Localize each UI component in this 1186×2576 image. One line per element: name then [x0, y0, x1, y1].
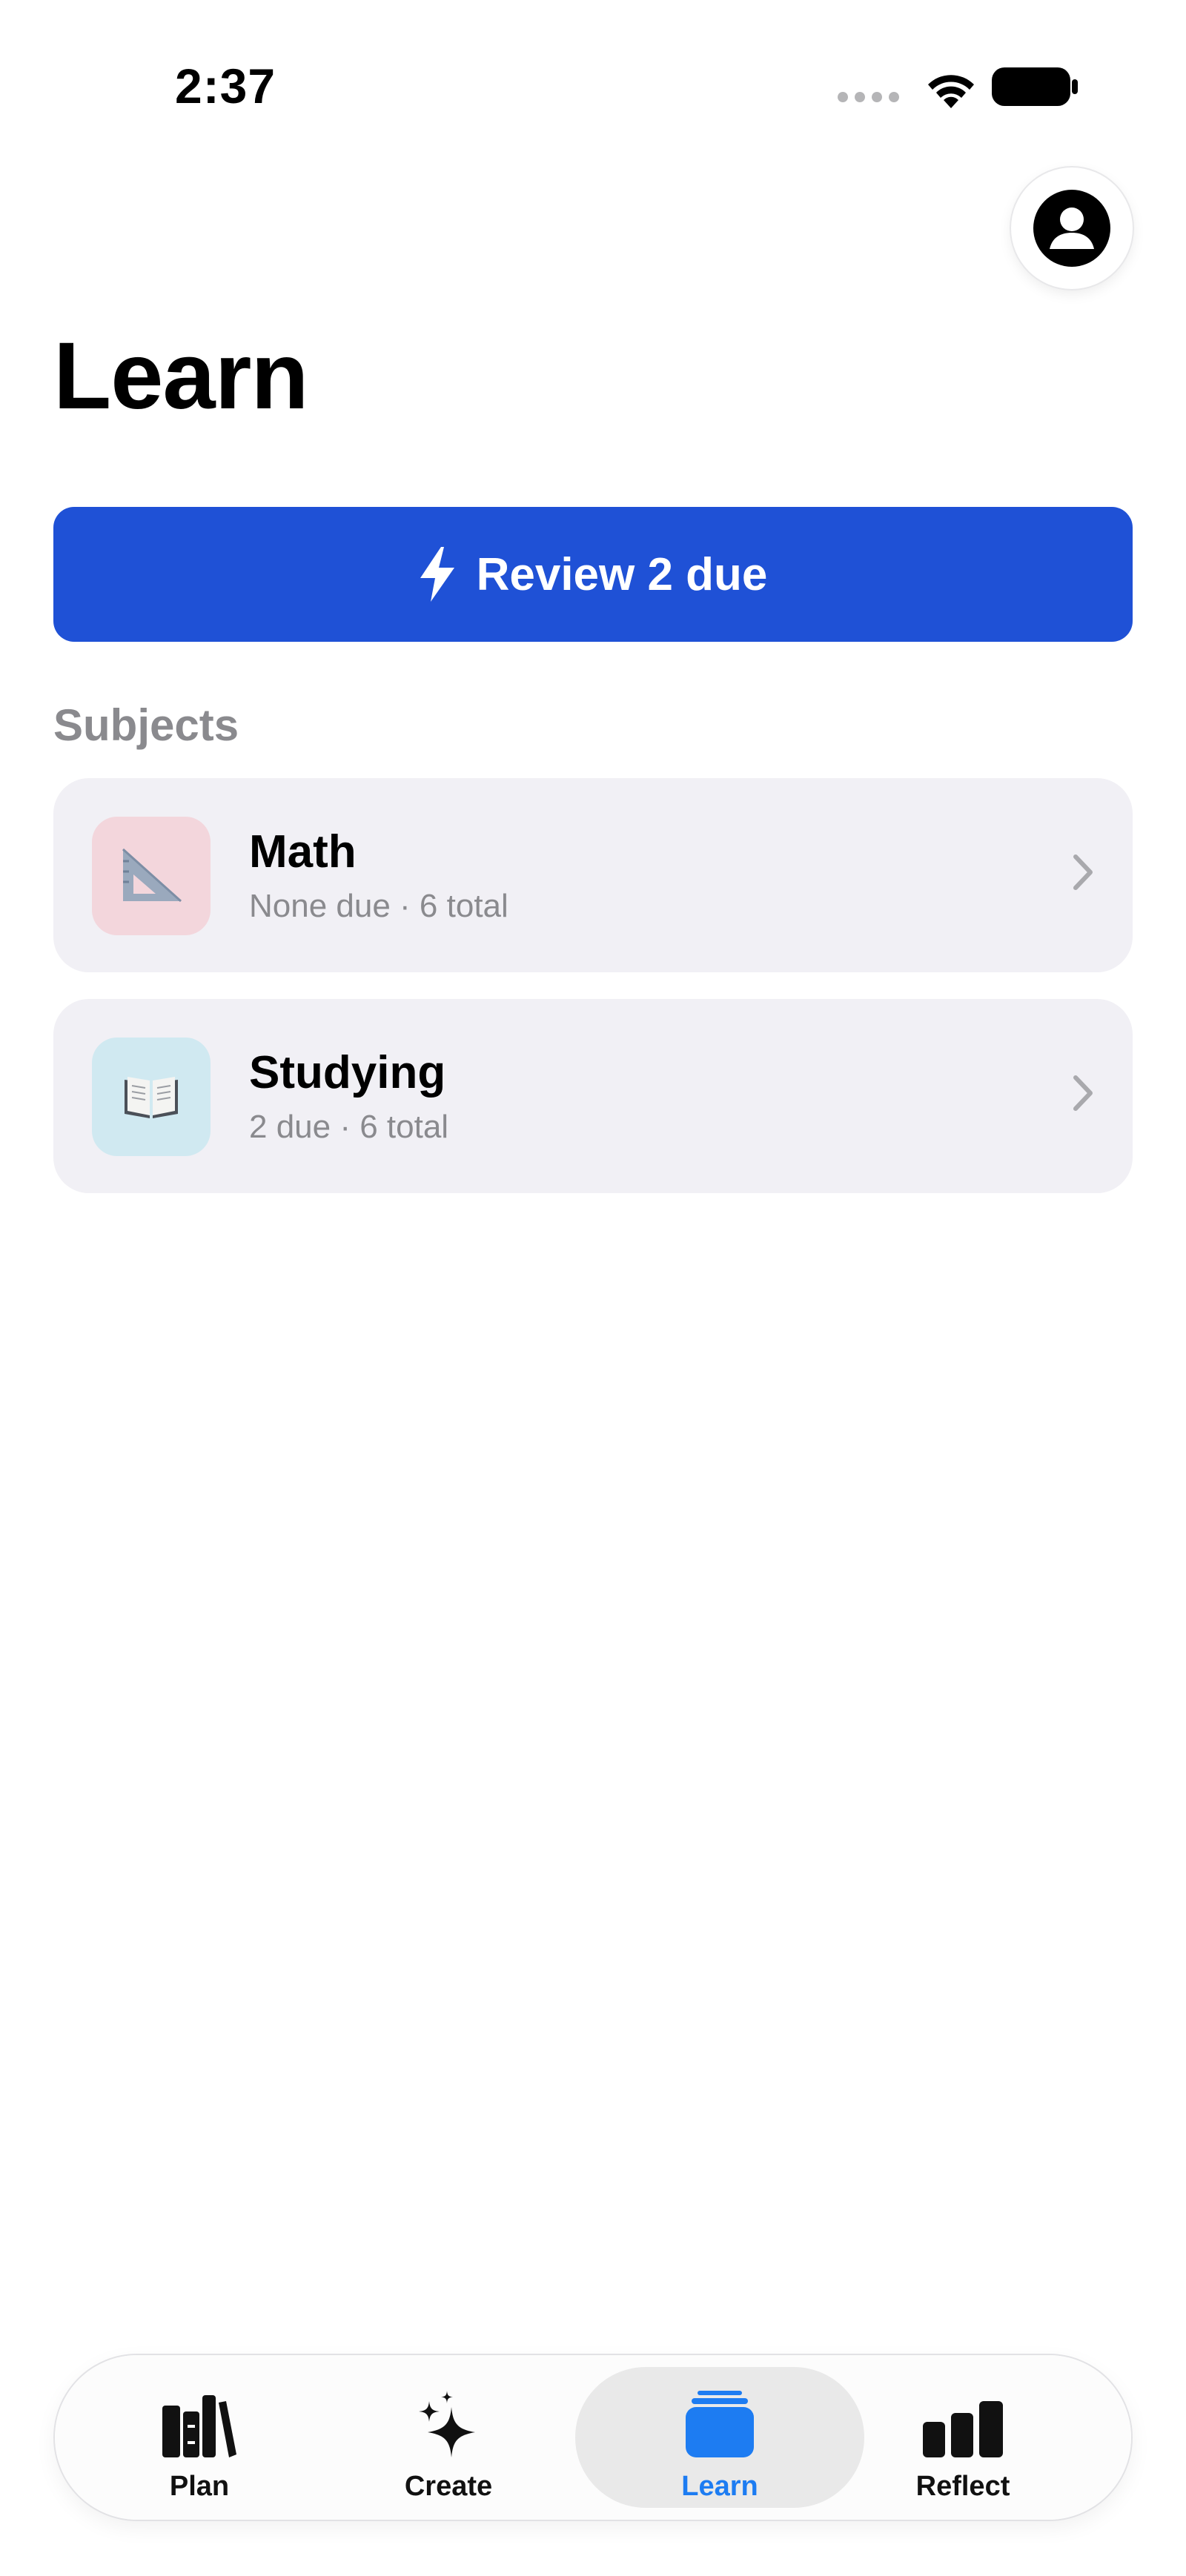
review-due-button[interactable]: Review 2 due	[53, 507, 1133, 642]
tab-label: Create	[404, 2471, 493, 2502]
subject-card-math[interactable]: Math None due · 6 total	[53, 778, 1133, 972]
subject-meta: None due · 6 total	[249, 888, 508, 924]
tab-create[interactable]: Create	[304, 2367, 593, 2508]
subjects-header: Subjects	[53, 700, 239, 750]
status-time: 2:37	[175, 59, 276, 113]
sparkles-icon	[419, 2391, 475, 2457]
chevron-right-icon	[1073, 854, 1093, 890]
subject-icon-tile	[92, 1038, 211, 1156]
tab-label: Plan	[169, 2471, 230, 2502]
wifi-icon	[928, 75, 974, 108]
cellular-signal-icon	[838, 92, 900, 102]
subject-card-studying[interactable]: Studying 2 due · 6 total	[53, 999, 1133, 1193]
page-title: Learn	[53, 323, 309, 429]
tab-bar: Plan Create Learn Reflect	[55, 2355, 1131, 2520]
open-book-icon	[125, 1077, 178, 1118]
card-stack-icon	[686, 2391, 754, 2457]
review-due-label: Review 2 due	[476, 548, 768, 600]
person-circle-icon	[1033, 190, 1110, 267]
tab-label: Reflect	[915, 2471, 1010, 2502]
subject-name: Math	[249, 826, 357, 877]
battery-icon	[992, 67, 1078, 106]
profile-button[interactable]	[1011, 167, 1133, 289]
bar-chart-icon	[923, 2401, 1003, 2457]
triangle-ruler-icon	[122, 848, 182, 903]
subject-meta: 2 due · 6 total	[249, 1109, 449, 1145]
subject-name: Studying	[249, 1047, 446, 1098]
books-icon	[162, 2395, 236, 2457]
tab-plan[interactable]: Plan	[55, 2367, 344, 2508]
status-icons	[838, 62, 1082, 114]
chevron-right-icon	[1073, 1075, 1093, 1111]
tab-reflect[interactable]: Reflect	[818, 2367, 1107, 2508]
subject-icon-tile	[92, 817, 211, 935]
bolt-icon	[419, 547, 456, 602]
